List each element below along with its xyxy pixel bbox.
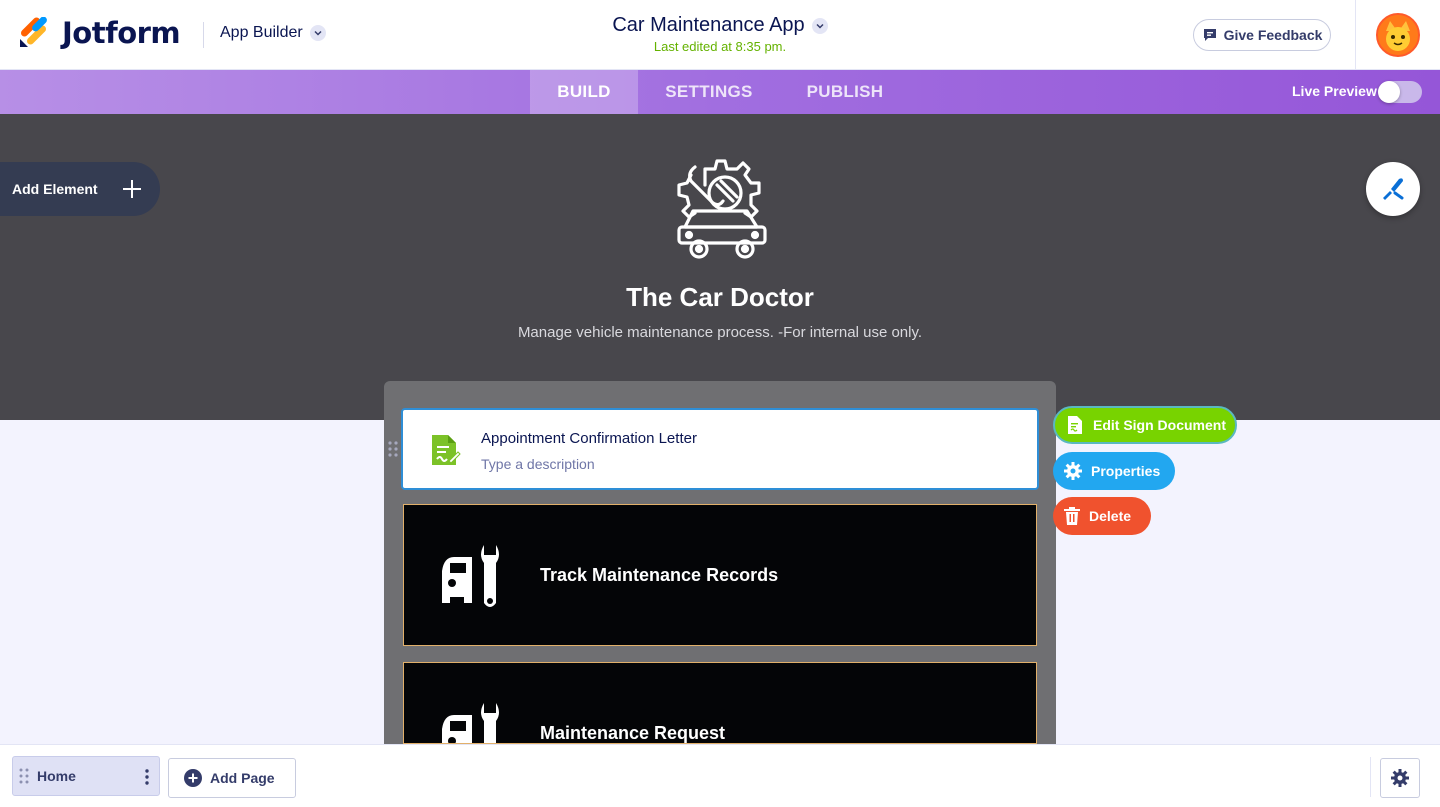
car-wrench-icon [442, 703, 499, 743]
element-card-appointment-confirmation[interactable]: Appointment Confirmation Letter Type a d… [401, 408, 1039, 490]
tab-build[interactable]: BUILD [530, 70, 638, 114]
brand-name: Jotform [62, 16, 181, 50]
tab-settings[interactable]: SETTINGS [638, 70, 780, 114]
avatar[interactable] [1376, 13, 1420, 57]
app-title-text: Car Maintenance App [612, 14, 805, 36]
page-tab-label: Home [37, 768, 76, 784]
sign-document-icon [1068, 416, 1082, 434]
gear-icon [1391, 769, 1409, 787]
add-element-label: Add Element [12, 181, 98, 197]
app-builder-menu[interactable]: App Builder [220, 24, 326, 42]
app-builder-label: App Builder [220, 24, 303, 41]
tab-settings-label: SETTINGS [665, 82, 753, 101]
plus-circle-icon [184, 769, 202, 787]
tab-publish[interactable]: PUBLISH [780, 70, 910, 114]
properties-label: Properties [1091, 463, 1161, 479]
page-settings-button[interactable] [1380, 758, 1420, 798]
element-title: Maintenance Request [540, 723, 726, 743]
sign-document-icon [432, 435, 461, 465]
add-page-button[interactable]: Add Page [168, 758, 296, 798]
page-tab-home[interactable]: Home [12, 756, 160, 796]
toggle-knob [1378, 81, 1400, 103]
app-title[interactable]: Car Maintenance App [612, 14, 828, 37]
trash-icon [1064, 507, 1080, 525]
app-designer-button[interactable] [1366, 162, 1420, 216]
gear-icon [1064, 462, 1082, 480]
car-wrench-icon [442, 545, 499, 607]
plus-icon [123, 180, 141, 198]
delete-label: Delete [1089, 508, 1132, 524]
live-preview-label: Live Preview [1292, 83, 1377, 99]
paint-brush-icon [1383, 178, 1404, 200]
tab-publish-label: PUBLISH [806, 82, 884, 101]
tab-build-label: BUILD [557, 82, 611, 101]
drag-handle-icon[interactable] [19, 768, 29, 784]
element-card-track-maintenance[interactable]: Track Maintenance Records [403, 504, 1037, 646]
jotform-logo-icon [20, 17, 47, 47]
jotform-logo[interactable]: Jotform [18, 16, 181, 50]
builder-tabs-bar: BUILD SETTINGS PUBLISH Live Preview [0, 70, 1440, 114]
chevron-down-icon [309, 25, 326, 41]
top-header: Jotform App Builder Car Maintenance App … [0, 0, 1440, 70]
pages-bar: Home Add Page [0, 744, 1440, 807]
app-title-block: Car Maintenance App Last edited at 8:35 … [520, 14, 920, 54]
element-card-maintenance-request[interactable]: Maintenance Request [403, 662, 1037, 744]
drag-handle-icon[interactable] [388, 440, 398, 458]
bottom-divider [1370, 757, 1371, 797]
live-preview-toggle[interactable] [1378, 81, 1422, 103]
element-title[interactable]: Appointment Confirmation Letter [481, 430, 697, 447]
properties-button[interactable]: Properties [1053, 452, 1175, 490]
edit-sign-document-button[interactable]: Edit Sign Document [1053, 406, 1237, 444]
give-feedback-button[interactable]: Give Feedback [1193, 19, 1331, 51]
car-repair-icon [677, 159, 767, 259]
avatar-divider [1355, 0, 1356, 70]
edit-sign-document-label: Edit Sign Document [1093, 417, 1226, 433]
chevron-down-icon[interactable] [811, 17, 828, 34]
add-element-button[interactable]: Add Element [0, 162, 160, 216]
element-description[interactable]: Type a description [481, 456, 595, 472]
app-name[interactable]: The Car Doctor [420, 282, 1020, 313]
last-edited-status: Last edited at 8:35 pm. [653, 39, 787, 54]
header-divider [203, 22, 204, 48]
element-title: Track Maintenance Records [540, 565, 779, 585]
add-page-label: Add Page [210, 770, 275, 786]
feedback-label: Give Feedback [1223, 27, 1323, 43]
app-description[interactable]: Manage vehicle maintenance process. -For… [320, 324, 1120, 341]
feedback-icon [1203, 29, 1216, 41]
more-options-icon[interactable] [145, 769, 149, 785]
delete-button[interactable]: Delete [1053, 497, 1151, 535]
